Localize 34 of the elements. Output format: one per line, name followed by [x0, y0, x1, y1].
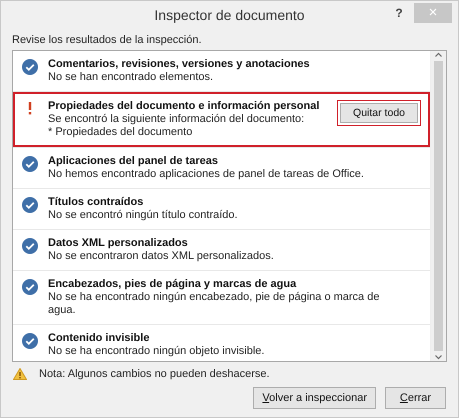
scroll-up-icon[interactable] [434, 51, 443, 59]
result-detail: No hemos encontrado aplicaciones de panel de tareas de Office. [48, 168, 365, 181]
help-button[interactable]: ? [392, 6, 406, 20]
result-detail: No se han encontrado elementos. [48, 71, 214, 84]
exclamation-icon [27, 101, 33, 115]
remove-all-button[interactable]: Quitar todo [340, 103, 418, 123]
result-detail: No se ha encontrado ningún objeto invisible. [48, 345, 266, 358]
result-title: Comentarios, revisiones, versiones y anotaciones [48, 58, 311, 71]
result-title: Encabezados, pies de página y marcas de agua [48, 278, 298, 291]
note-text: Nota: Algunos cambios no pueden deshacerse. [39, 368, 270, 380]
warning-icon [13, 368, 27, 380]
instruction-text: Revise los resultados de la inspección. [11, 33, 203, 48]
result-detail: No se ha encontrado ningún encabezado, pie de página o marca de agua. [48, 291, 380, 317]
checkmark-icon [22, 156, 38, 172]
scrollbar[interactable] [430, 51, 446, 361]
checkmark-icon [22, 238, 38, 254]
checkmark-icon [22, 279, 38, 295]
close-dialog-button[interactable]: Cerrar [385, 387, 446, 409]
checkmark-icon [22, 197, 38, 213]
result-detail: * Propiedades del documento [48, 126, 194, 139]
result-title: Títulos contraídos [48, 196, 144, 209]
result-title: Propiedades del documento e información personal [48, 100, 320, 113]
result-detail: No se encontraron datos XML personalizados. [48, 250, 275, 263]
result-title: Aplicaciones del panel de tareas [48, 155, 219, 168]
result-title: Contenido invisible [48, 332, 150, 345]
reinspect-button[interactable]: Volver a inspeccionar [253, 387, 376, 409]
checkmark-icon [22, 59, 38, 75]
scroll-down-icon[interactable] [434, 353, 443, 361]
scrollbar-thumb[interactable] [434, 61, 443, 351]
result-detail: Se encontró la siguiente información del documento: [48, 113, 306, 126]
checkmark-icon [22, 333, 38, 349]
window-title: Inspector de documento [154, 7, 305, 23]
result-detail: No se encontró ningún título contraído. [48, 209, 239, 222]
result-title: Datos XML personalizados [48, 237, 189, 250]
